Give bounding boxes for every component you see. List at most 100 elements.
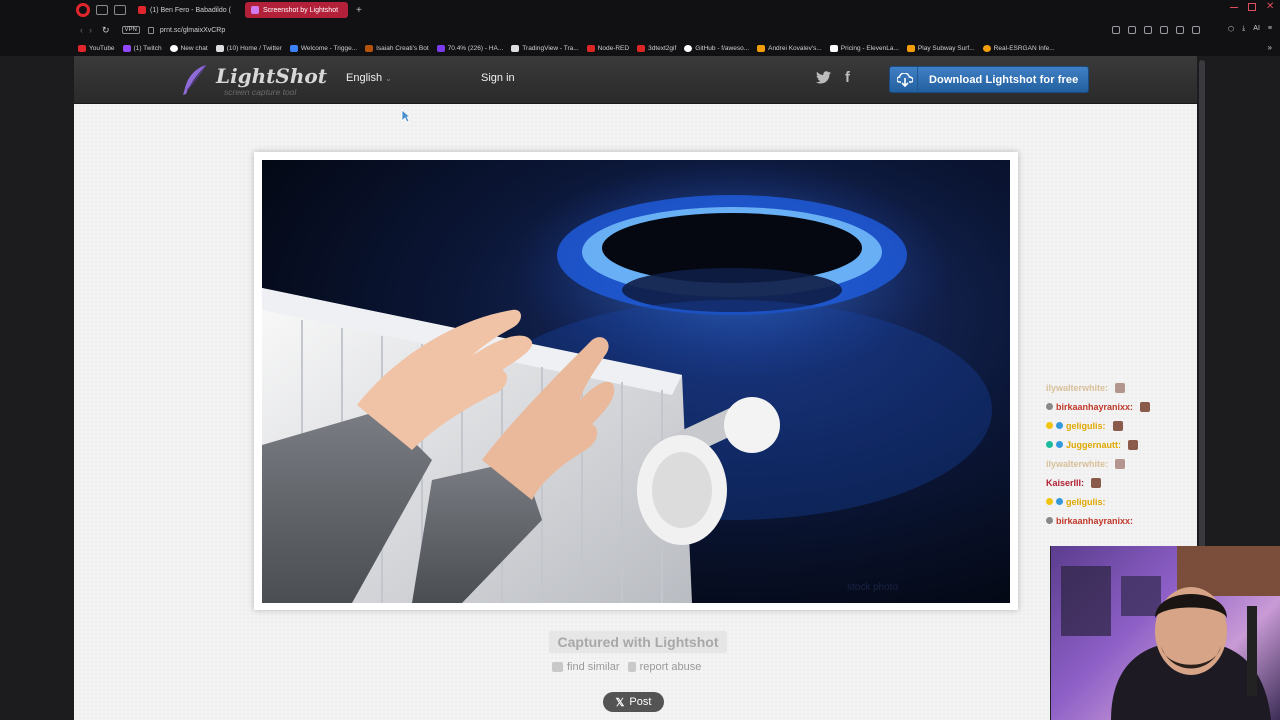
tradingview-icon: [511, 44, 520, 52]
address-action-icons: [1112, 26, 1200, 34]
back-icon[interactable]: ‹: [80, 25, 83, 35]
bookmark-item[interactable]: Welcome - Trigge...: [289, 44, 358, 52]
shield-icon[interactable]: [1160, 26, 1168, 34]
download-lightshot-button[interactable]: Download Lightshot for free: [889, 66, 1089, 93]
x-post-button[interactable]: 𝕏 Post: [603, 692, 664, 712]
zoom-icon[interactable]: [1112, 26, 1120, 34]
heart-icon[interactable]: [1176, 26, 1184, 34]
bookmark-label: Play Subway Surf...: [917, 44, 975, 52]
badge-icon: [1046, 517, 1053, 524]
maximize-icon[interactable]: [1248, 3, 1256, 11]
report-abuse-link[interactable]: report abuse: [627, 661, 701, 673]
tab-youtube[interactable]: (1) Ben Fero - Babadildo (: [132, 2, 241, 18]
emote-icon: [1091, 477, 1102, 488]
logo-name: LightShot: [216, 64, 327, 88]
menu-icon[interactable]: ≡: [1268, 25, 1272, 33]
pin-icon[interactable]: [1128, 26, 1136, 34]
bookmark-label: Isaiah Creati's Bot: [376, 44, 429, 52]
forward-icon[interactable]: ›: [89, 25, 92, 35]
badge-icon: [1056, 498, 1063, 505]
bookmark-icon: [757, 44, 766, 52]
bookmark-item[interactable]: (10) Home / Twitter: [215, 44, 282, 52]
bookmark-label: Welcome - Trigge...: [300, 44, 358, 52]
minimize-icon[interactable]: [1230, 3, 1238, 8]
tab-overview-icon[interactable]: [96, 5, 108, 15]
youtube-icon: [78, 44, 86, 52]
lock-icon[interactable]: [147, 26, 154, 34]
lightshot-logo[interactable]: LightShot screen capture tool: [182, 64, 327, 98]
flag-icon: [627, 662, 636, 672]
bookmark-item[interactable]: Node-RED: [586, 44, 630, 52]
send-icon[interactable]: [1192, 26, 1200, 34]
bookmark-item[interactable]: YouTube: [78, 44, 115, 52]
opera-logo-icon[interactable]: [76, 3, 90, 17]
chevron-down-icon: ⌄: [385, 74, 392, 83]
badge-icon: [1056, 441, 1063, 448]
chat-username: birkaanhayranixx:: [1056, 401, 1134, 412]
emote-icon: [1128, 439, 1138, 450]
chat-username: ilywalterwhite:: [1046, 458, 1109, 469]
bookmark-item[interactable]: New chat: [169, 44, 208, 52]
language-selector[interactable]: English ⌄: [346, 72, 392, 84]
image-actions: find similar report abuse: [552, 661, 701, 673]
bookmark-label: Node-RED: [597, 44, 630, 52]
chat-message: ilywalterwhite:: [1046, 378, 1206, 397]
chat-username: birkaanhayranixx:: [1056, 515, 1134, 526]
find-similar-link[interactable]: find similar: [552, 661, 620, 673]
bookmark-item[interactable]: Andrei Kovalev's...: [757, 44, 822, 52]
bookmark-label: YouTube: [89, 44, 115, 52]
reload-icon[interactable]: ↻: [102, 25, 110, 36]
bookmark-item[interactable]: Play Subway Surf...: [906, 44, 975, 52]
svg-text:stock photo: stock photo: [847, 582, 899, 593]
signin-link[interactable]: Sign in: [481, 72, 515, 84]
huggingface-icon: [982, 44, 991, 52]
chat-message: KaiserIII:: [1046, 473, 1206, 492]
browser-tab-bar: (1) Ben Fero - Babadildo ( Screenshot by…: [0, 0, 1280, 20]
chat-username: ilywalterwhite:: [1046, 382, 1109, 393]
download-icon[interactable]: ⤓: [1242, 25, 1245, 33]
bookmarks-bar: YouTube (1) Twitch New chat (10) Home / …: [0, 40, 1280, 56]
bookmarks-more-icon[interactable]: »: [1268, 43, 1272, 52]
github-icon: [684, 44, 693, 52]
bookmark-item[interactable]: Real-ESRGAN Infe...: [982, 44, 1055, 52]
workspace-icon[interactable]: [114, 5, 126, 15]
bookmark-item[interactable]: (1) Twitch: [122, 44, 162, 52]
chat-message: Juggernautt:: [1046, 435, 1206, 454]
chat-message: birkaanhayranixx:: [1046, 511, 1206, 530]
streamer-webcam: [1050, 546, 1280, 720]
emote-icon: [1115, 382, 1126, 393]
trigger-icon: [289, 44, 298, 52]
snapshot-icon[interactable]: [1144, 26, 1152, 34]
bookmark-item[interactable]: 70.4% (226) - HA...: [436, 44, 503, 52]
bookmark-item[interactable]: Pricing - ElevenLa...: [829, 44, 899, 52]
badge-icon: [1046, 498, 1053, 505]
bookmark-label: TradingView - Tra...: [522, 44, 579, 52]
bookmark-item[interactable]: Isaiah Creati's Bot: [365, 44, 429, 52]
site-header: LightShot screen capture tool English ⌄ S…: [74, 56, 1197, 104]
x-icon: [215, 44, 224, 52]
bookmark-item[interactable]: 3dtext2gif: [637, 44, 676, 52]
bookmark-item[interactable]: GitHub - f/aweso...: [684, 44, 749, 52]
screenshot-image[interactable]: stock photo: [262, 160, 1010, 603]
close-window-icon[interactable]: ✕: [1266, 2, 1274, 12]
bookmark-label: Real-ESRGAN Infe...: [993, 44, 1055, 52]
vpn-badge[interactable]: VPN: [121, 26, 140, 34]
new-tab-plus-icon[interactable]: +: [356, 5, 362, 16]
badge-icon: [1046, 403, 1053, 410]
bot-icon: [365, 44, 374, 52]
facebook-icon[interactable]: f: [845, 70, 850, 85]
bookmark-item[interactable]: TradingView - Tra...: [511, 44, 579, 52]
ai-button[interactable]: AI: [1253, 25, 1260, 33]
lightshot-favicon-icon: [250, 6, 259, 14]
url-field[interactable]: prnt.sc/glmaixXvCRp: [160, 27, 225, 34]
tab-label: (1) Ben Fero - Babadildo (: [150, 6, 231, 14]
lightshot-page: LightShot screen capture tool English ⌄ S…: [74, 56, 1197, 720]
tab-lightshot[interactable]: Screenshot by Lightshot: [244, 2, 349, 18]
tab-label: Screenshot by Lightshot: [262, 6, 339, 14]
post-label: Post: [629, 696, 652, 708]
extensions-icon[interactable]: ⬡: [1228, 25, 1234, 33]
chatgpt-icon: [169, 44, 178, 52]
elevenlabs-icon: [829, 44, 838, 52]
twitter-icon[interactable]: [816, 71, 831, 84]
chat-message: birkaanhayranixx:: [1046, 397, 1206, 416]
